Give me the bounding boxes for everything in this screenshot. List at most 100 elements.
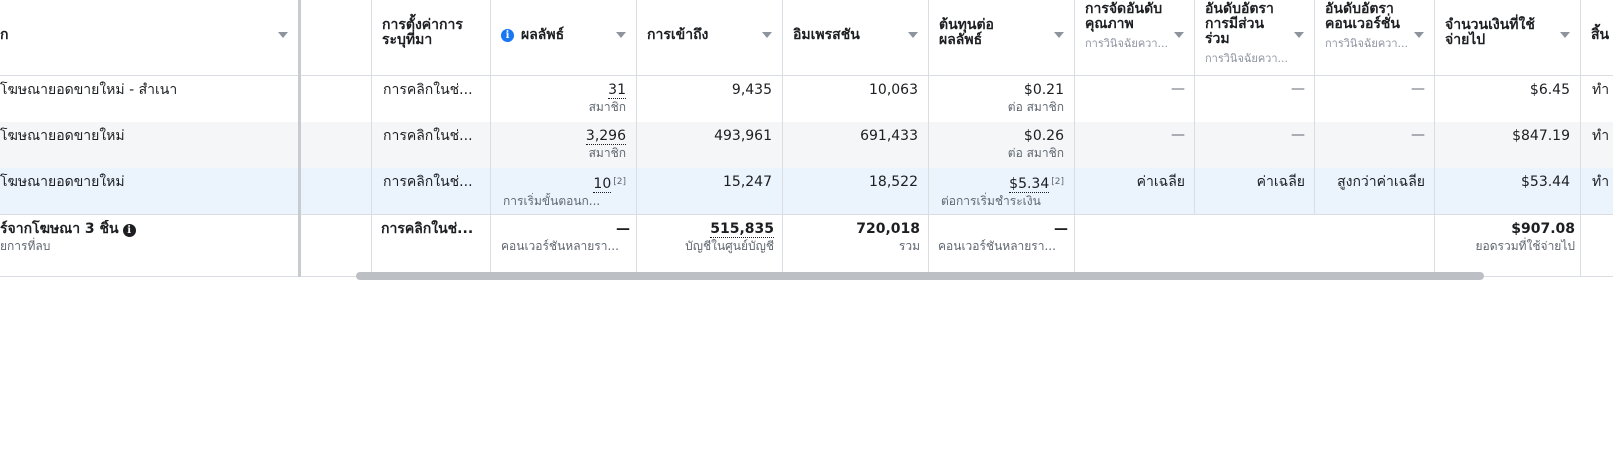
- cost-per-result-value: $0.26: [1023, 128, 1064, 144]
- totals-spent-label: ยอดรวมที่ใช้จ่ายไป: [1475, 239, 1576, 253]
- totals-results-value: —: [616, 221, 630, 237]
- column-header-label: ก: [0, 27, 9, 43]
- reach-value: 15,247: [723, 174, 772, 190]
- column-header-reach[interactable]: การเข้าถึง: [637, 0, 782, 76]
- divider: [0, 214, 1613, 215]
- amount-spent-value: $6.45: [1529, 82, 1570, 98]
- engagement-ranking-value: —: [1291, 81, 1305, 97]
- chevron-down-icon[interactable]: [278, 32, 288, 38]
- chevron-down-icon[interactable]: [762, 32, 772, 38]
- column-header-results[interactable]: i ผลลัพธ์: [491, 0, 636, 76]
- attribution-value: การคลิกในช่...: [383, 128, 473, 144]
- cost-per-result-cell: $0.26 ต่อ สมาชิก: [929, 127, 1064, 161]
- results-label: การเริ่มขั้นตอนก...: [503, 194, 601, 208]
- cost-per-result-label: ต่อการเริ่มชำระเงิน: [941, 194, 1041, 208]
- conversion-ranking-value: —: [1411, 81, 1425, 97]
- results-cell: 31 สมาชิก: [491, 81, 626, 115]
- cost-per-result-label: ต่อ สมาชิก: [1007, 146, 1064, 160]
- totals-impressions-value: 720,018: [856, 221, 920, 237]
- totals-name-cell: ร์จากโฆษณา 3 ชิ้น i ยการที่ลบ: [0, 220, 290, 254]
- totals-reach-cell: 515,835 บัญชีในศูนย์บัญชี: [637, 220, 774, 254]
- engagement-ranking-value: —: [1291, 127, 1305, 143]
- totals-results-cell: — คอนเวอร์ชันหลายรา...: [491, 220, 630, 254]
- column-header-label: การจัดอันดับคุณภาพ: [1085, 1, 1163, 32]
- column-header-amount-spent[interactable]: จำนวนเงินที่ใช้จ่ายไป: [1435, 0, 1580, 76]
- amount-spent-value: $53.44: [1521, 174, 1570, 190]
- column-header-sublabel: การวินิจฉัยควา...: [1205, 52, 1289, 65]
- column-header-name[interactable]: ก: [0, 0, 298, 76]
- info-icon[interactable]: i: [122, 224, 136, 237]
- totals-cost-value: —: [1054, 221, 1068, 237]
- totals-title: ร์จากโฆษณา 3 ชิ้น: [0, 221, 119, 237]
- totals-spent-cell: $907.08 ยอดรวมที่ใช้จ่ายไป: [1435, 220, 1576, 254]
- column-header-sublabel: การวินิจฉัยควา...: [1325, 37, 1409, 50]
- column-header-attribution[interactable]: การตั้งค่าการระบุที่มา: [372, 0, 490, 76]
- ad-name[interactable]: โฆษณายอดขายใหม่: [0, 127, 290, 145]
- chevron-down-icon[interactable]: [1294, 32, 1304, 38]
- ads-report-table: ก การตั้งค่าการระบุที่มา i ผลลัพธ์ การเข้…: [0, 0, 1613, 277]
- horizontal-scrollbar[interactable]: [356, 272, 1484, 280]
- info-icon[interactable]: i: [501, 29, 514, 42]
- quality-ranking-value: —: [1171, 127, 1185, 143]
- totals-cost-cell: — คอนเวอร์ชันหลายรา...: [929, 220, 1068, 254]
- conversion-ranking-value: สูงกว่าค่าเฉลี่ย: [1337, 174, 1425, 190]
- cost-per-result-value: $0.21: [1023, 82, 1064, 98]
- column-header-label: อิมเพรสชัน: [793, 27, 860, 43]
- engagement-ranking-value: ค่าเฉลี่ย: [1256, 174, 1305, 190]
- cost-per-result-value[interactable]: $5.34: [1009, 176, 1050, 193]
- totals-reach-value[interactable]: 515,835: [710, 221, 774, 238]
- chevron-down-icon[interactable]: [1174, 32, 1184, 38]
- ad-name[interactable]: โฆษณายอดขายใหม่: [0, 173, 290, 191]
- attribution-value: การคลิกในช่...: [383, 174, 473, 190]
- results-value[interactable]: 10: [593, 176, 612, 193]
- quality-ranking-value: ค่าเฉลี่ย: [1136, 174, 1185, 190]
- totals-reach-label: บัญชีในศูนย์บัญชี: [685, 239, 774, 253]
- cost-per-result-label: ต่อ สมาชิก: [1007, 100, 1064, 114]
- column-header-label: ผลลัพธ์: [521, 27, 565, 43]
- next-column-value: ทำ: [1592, 174, 1610, 190]
- column-header-label: อันดับอัตราการมีส่วนร่วม: [1205, 1, 1274, 47]
- column-header-label: สิ้น: [1591, 27, 1610, 43]
- totals-attribution: การคลิกในช่...: [381, 221, 474, 237]
- results-label: สมาชิก: [588, 100, 626, 114]
- results-cell: 10 [2] การเริ่มขั้นตอนก...: [491, 173, 626, 209]
- totals-impressions-label: รวม: [898, 239, 920, 253]
- column-header-sublabel: การวินิจฉัยควา...: [1085, 37, 1169, 50]
- column-header-conversion-ranking[interactable]: อันดับอัตราคอนเวอร์ชั่น การวินิจฉัยควา..…: [1315, 0, 1434, 76]
- next-column-value: ทำ: [1592, 82, 1610, 98]
- column-header-engagement-ranking[interactable]: อันดับอัตราการมีส่วนร่วม การวินิจฉัยควา.…: [1195, 0, 1314, 76]
- column-header-quality-ranking[interactable]: การจัดอันดับคุณภาพ การวินิจฉัยควา...: [1075, 0, 1194, 76]
- chevron-down-icon[interactable]: [908, 32, 918, 38]
- conversion-ranking-value: —: [1411, 127, 1425, 143]
- chevron-down-icon[interactable]: [1054, 32, 1064, 38]
- impressions-value: 10,063: [869, 82, 918, 98]
- footnote-marker: [2]: [613, 177, 626, 187]
- impressions-value: 18,522: [869, 174, 918, 190]
- totals-results-label: คอนเวอร์ชันหลายรา...: [501, 239, 619, 253]
- column-header-label: อันดับอัตราคอนเวอร์ชั่น: [1325, 1, 1400, 32]
- reach-value: 493,961: [714, 128, 772, 144]
- column-header-cost-per-result[interactable]: ต้นทุนต่อผลลัพธ์: [929, 0, 1074, 76]
- results-value[interactable]: 31: [608, 82, 626, 99]
- chevron-down-icon[interactable]: [1560, 32, 1570, 38]
- column-header-label: ต้นทุนต่อผลลัพธ์: [939, 17, 994, 48]
- totals-impressions-cell: 720,018 รวม: [783, 220, 920, 254]
- totals-spent-value: $907.08: [1511, 221, 1575, 237]
- results-value[interactable]: 3,296: [585, 128, 626, 145]
- frozen-column-divider: [298, 0, 301, 277]
- cost-per-result-cell: $5.34 [2] ต่อการเริ่มชำระเงิน: [929, 173, 1064, 209]
- attribution-value: การคลิกในช่...: [383, 82, 473, 98]
- next-column-value: ทำ: [1592, 128, 1610, 144]
- column-header-next[interactable]: สิ้น: [1581, 0, 1613, 76]
- chevron-down-icon[interactable]: [616, 32, 626, 38]
- column-header-label: การตั้งค่าการระบุที่มา: [382, 17, 463, 48]
- totals-cost-label: คอนเวอร์ชันหลายรา...: [938, 239, 1056, 253]
- footnote-marker: [2]: [1051, 177, 1064, 187]
- impressions-value: 691,433: [860, 128, 918, 144]
- column-header-label: จำนวนเงินที่ใช้จ่ายไป: [1445, 17, 1535, 48]
- reach-value: 9,435: [731, 82, 772, 98]
- chevron-down-icon[interactable]: [1414, 32, 1424, 38]
- ad-name[interactable]: โฆษณายอดขายใหม่ - สำเนา: [0, 81, 290, 99]
- totals-subtitle: ยการที่ลบ: [0, 239, 51, 253]
- column-header-impressions[interactable]: อิมเพรสชัน: [783, 0, 928, 76]
